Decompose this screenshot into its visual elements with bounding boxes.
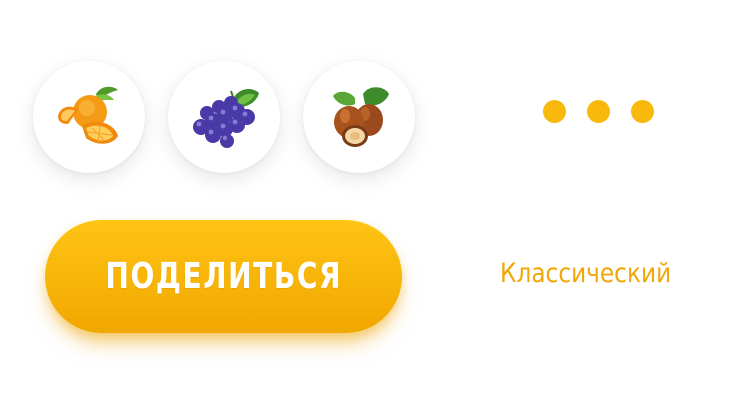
dot <box>543 99 566 123</box>
ingredient-orange[interactable] <box>33 61 145 173</box>
grapes-icon <box>193 89 259 148</box>
ingredient-hazelnut[interactable] <box>303 61 415 173</box>
flavor-label: Классический <box>500 258 672 289</box>
more-dots-icon[interactable] <box>543 98 663 124</box>
share-button[interactable]: ПОДЕЛИТЬСЯ <box>45 220 402 333</box>
share-button-label: ПОДЕЛИТЬСЯ <box>105 255 342 297</box>
dot <box>631 99 654 123</box>
dot <box>587 99 610 123</box>
orange-icon <box>58 86 118 144</box>
ingredient-grapes[interactable] <box>168 61 280 173</box>
hazelnut-icon <box>333 87 389 147</box>
